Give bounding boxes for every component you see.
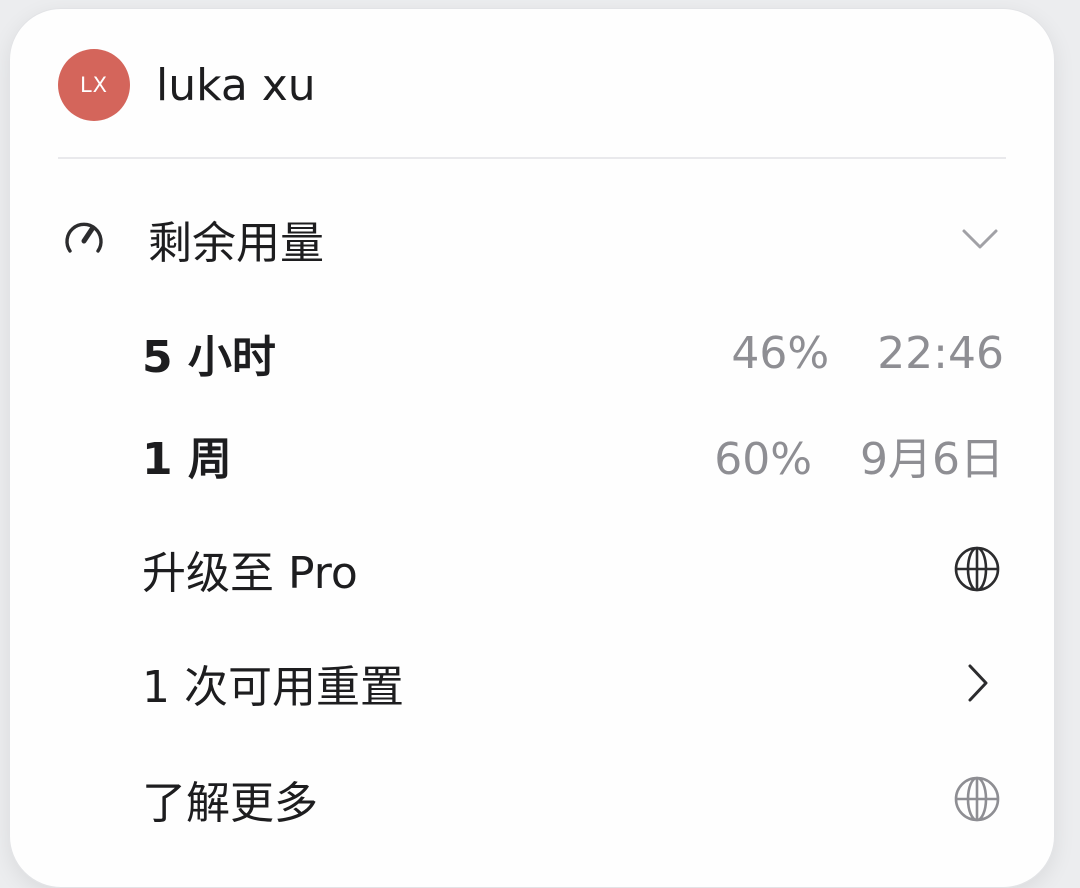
- usage-values: 46% 22:46: [731, 328, 1004, 379]
- usage-values: 60% 9月6日: [714, 423, 1004, 487]
- chevron-down-icon[interactable]: [958, 225, 1002, 253]
- usage-reset-time: 22:46: [877, 327, 1004, 379]
- chevron-right-icon: [968, 664, 988, 702]
- menu-item-label: 1 次可用重置: [142, 662, 404, 713]
- usage-row-5-hours: 5 小时 46% 22:46: [10, 313, 1054, 393]
- globe-icon: [954, 776, 1000, 822]
- available-reset-item[interactable]: 1 次可用重置: [10, 643, 1054, 723]
- usage-period-label: 5 小时: [142, 332, 276, 383]
- gauge-icon: [65, 222, 103, 253]
- usage-reset-time: 9月6日: [860, 434, 1004, 485]
- remaining-usage-title: 剩余用量: [148, 218, 324, 269]
- learn-more-item[interactable]: 了解更多: [10, 759, 1054, 839]
- avatar: LX: [58, 49, 130, 121]
- upgrade-to-pro-item[interactable]: 升级至 Pro: [10, 529, 1054, 609]
- usage-period-label: 1 周: [142, 434, 232, 485]
- avatar-initials: LX: [79, 73, 109, 97]
- usage-percent: 46%: [731, 327, 830, 379]
- menu-item-label: 升级至 Pro: [142, 548, 358, 599]
- remaining-usage-header[interactable]: 剩余用量: [10, 199, 1054, 279]
- user-header[interactable]: LX luka xu: [10, 47, 1054, 123]
- globe-icon: [954, 546, 1000, 592]
- user-name: luka xu: [156, 59, 316, 111]
- menu-item-label: 了解更多: [142, 778, 318, 829]
- divider: [58, 157, 1006, 159]
- usage-percent: 60%: [714, 434, 812, 485]
- usage-row-1-week: 1 周 60% 9月6日: [10, 415, 1054, 495]
- account-menu: LX luka xu 剩余用量 5 小时 46% 22:46 1 周 60% 9…: [9, 8, 1055, 888]
